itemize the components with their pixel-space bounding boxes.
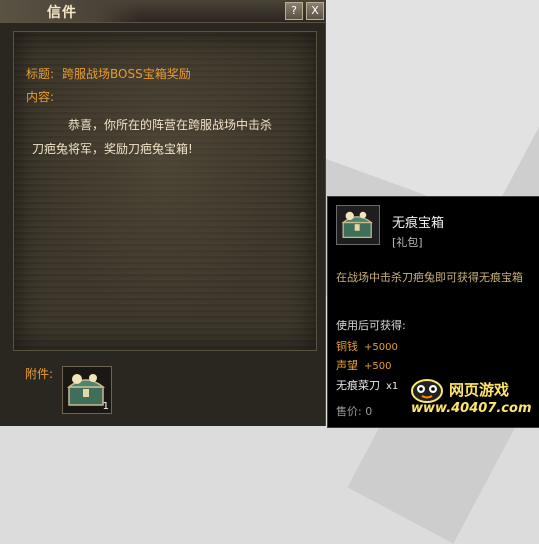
attachment-slot[interactable]: 1	[62, 366, 112, 414]
mail-window: 信件 ? X 标题: 跨服战场BOSS宝箱奖励 内容: 恭喜，你所在的阵营在跨服…	[0, 0, 326, 426]
reward-name: 铜钱	[336, 340, 358, 353]
tooltip-item-icon-frame	[336, 205, 380, 245]
treasure-chest-icon	[341, 211, 373, 239]
reward-amount: x1	[386, 381, 399, 392]
window-title: 信件	[47, 5, 77, 21]
reward-name: 声望	[336, 359, 358, 372]
mail-paper: 标题: 跨服战场BOSS宝箱奖励 内容: 恭喜，你所在的阵营在跨服战场中击杀 刀…	[13, 31, 317, 351]
close-button[interactable]: X	[306, 2, 324, 20]
reward-name: 无痕菜刀	[336, 379, 380, 392]
reward-amount: +5000	[364, 342, 398, 353]
watermark-title: 网页游戏	[449, 381, 510, 399]
mail-body-line-1: 恭喜，你所在的阵营在跨服战场中击杀	[68, 118, 273, 132]
item-description: 在战场中击杀刀疤兔即可获得无痕宝箱	[336, 271, 523, 284]
watermark-url: www.40407.com	[411, 401, 532, 416]
use-label: 使用后可获得:	[336, 319, 406, 332]
mail-body-line-2: 刀疤兔将军，奖励刀疤兔宝箱!	[32, 142, 193, 156]
reward-row: 无痕菜刀 x1	[336, 377, 398, 393]
attachment-count: 1	[102, 401, 109, 412]
help-button[interactable]: ?	[285, 2, 303, 20]
title-bar[interactable]: 信件 ? X	[0, 0, 325, 23]
reward-amount: +500	[364, 361, 392, 372]
subject-label: 标题:	[26, 67, 55, 81]
attachment-label: 附件:	[25, 367, 54, 381]
subject-value: 跨服战场BOSS宝箱奖励	[62, 67, 191, 81]
sell-price: 售价: 0	[336, 405, 373, 418]
item-name: 无痕宝箱	[392, 216, 445, 231]
content-label: 内容:	[26, 90, 55, 104]
reward-row: 声望 +500	[336, 357, 391, 373]
reward-row: 铜钱 +5000	[336, 338, 398, 354]
site-watermark: 网页游戏 www.40407.com	[405, 375, 539, 425]
item-type: [礼包]	[392, 236, 423, 249]
